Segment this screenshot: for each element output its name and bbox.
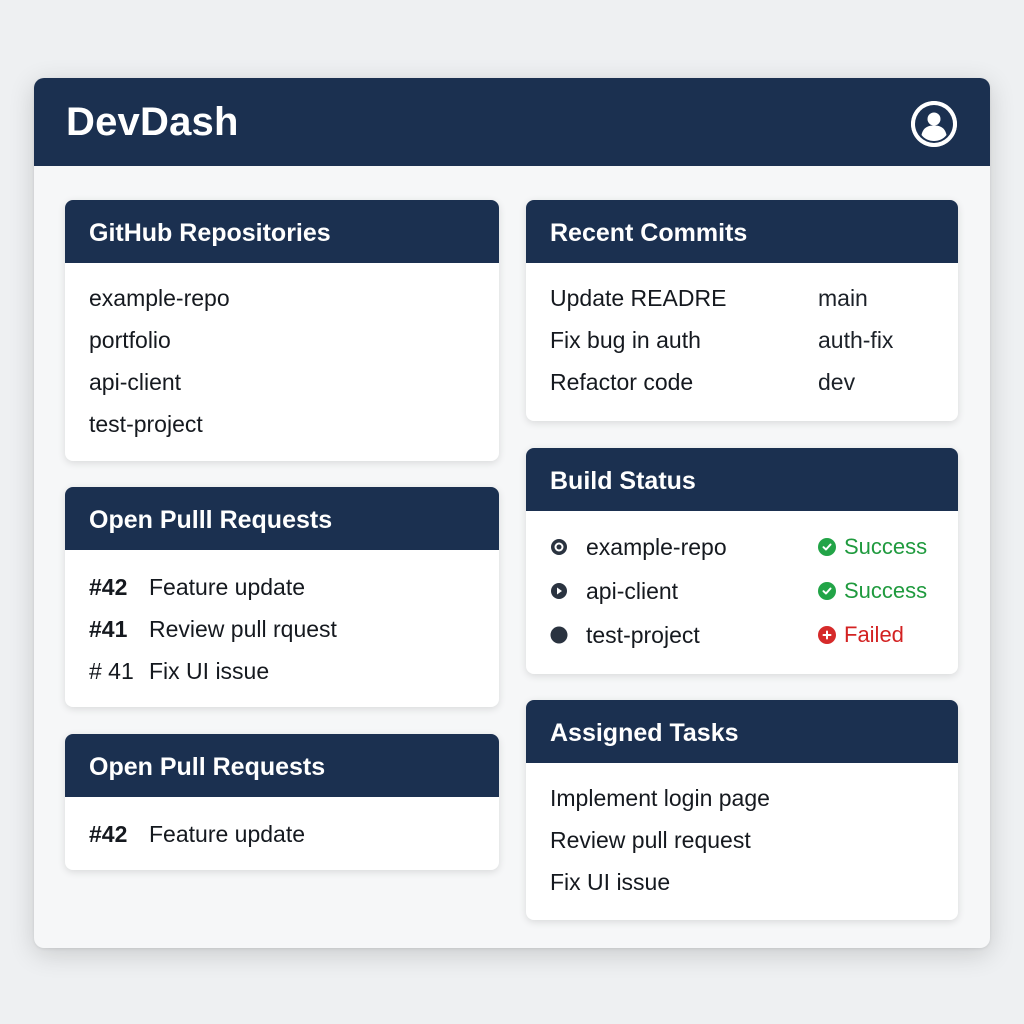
build-repo-name: example-repo xyxy=(586,533,727,560)
check-circle-icon xyxy=(818,538,836,556)
pull-request-item[interactable]: #42 Feature update xyxy=(89,566,475,608)
task-item[interactable]: Implement login page xyxy=(550,777,934,819)
commits-card: Recent Commits Update READRE main Fix bu… xyxy=(526,200,958,421)
app-title: DevDash xyxy=(66,100,239,144)
pull-requests-card-title: Open Pull Requests xyxy=(65,734,499,797)
repositories-card: GitHub Repositories example-repo portfol… xyxy=(65,200,499,461)
build-status-label: Failed xyxy=(844,622,904,647)
pull-requests-card-primary: Open Pulll Requests #42 Feature update #… xyxy=(65,487,499,707)
pull-requests-card-secondary: Open Pull Requests #42 Feature update xyxy=(65,734,499,870)
build-target-icon xyxy=(550,538,568,556)
build-status-label: Success xyxy=(844,534,928,559)
commits-card-title: Recent Commits xyxy=(526,200,958,263)
build-repo-name: test-project xyxy=(586,621,700,648)
commit-message: Fix bug in auth xyxy=(550,326,701,353)
pull-request-title: Review pull rquest xyxy=(149,615,337,642)
repositories-card-title: GitHub Repositories xyxy=(65,200,499,263)
commit-branch: auth-fix xyxy=(818,326,894,353)
pull-requests-card-title: Open Pulll Requests xyxy=(65,487,499,550)
pull-request-title: Feature update xyxy=(149,820,306,847)
build-status-failed: Failed xyxy=(818,622,904,648)
commit-item[interactable]: Fix bug in auth auth-fix xyxy=(550,319,934,361)
user-avatar-icon[interactable] xyxy=(911,101,957,147)
build-repo-name: api-client xyxy=(586,577,679,604)
app-window: DevDash GitHub Repositories example-repo… xyxy=(34,78,990,948)
tasks-card-title: Assigned Tasks xyxy=(526,700,958,763)
repo-item[interactable]: api-client xyxy=(89,361,475,403)
build-dot-icon xyxy=(550,626,568,644)
commit-message: Update READRE xyxy=(550,284,727,311)
pull-request-item[interactable]: #41 Review pull rquest xyxy=(89,608,475,650)
build-status-card: Build Status example-repo Success api-cl… xyxy=(526,448,958,674)
pull-request-title: Fix UI issue xyxy=(149,657,270,684)
pull-request-number: # 41 xyxy=(89,657,134,684)
pull-request-number: #42 xyxy=(89,820,128,847)
commit-item[interactable]: Refactor code dev xyxy=(550,361,934,403)
repo-item[interactable]: example-repo xyxy=(89,277,475,319)
repo-item[interactable]: test-project xyxy=(89,403,475,445)
build-status-success: Success xyxy=(818,578,927,604)
pull-request-title: Feature update xyxy=(149,573,306,600)
build-status-success: Success xyxy=(818,534,927,560)
commit-branch: dev xyxy=(818,368,856,395)
commit-branch: main xyxy=(818,284,868,311)
top-bar: DevDash xyxy=(34,78,990,166)
tasks-card: Assigned Tasks Implement login page Revi… xyxy=(526,700,958,920)
build-item[interactable]: api-client Success xyxy=(550,569,934,613)
task-item[interactable]: Fix UI issue xyxy=(550,861,934,903)
plus-circle-icon xyxy=(818,626,836,644)
check-circle-icon xyxy=(818,582,836,600)
pull-request-item[interactable]: # 41 Fix UI issue xyxy=(89,650,475,692)
pull-request-item[interactable]: #42 Feature update xyxy=(89,813,475,855)
build-play-icon xyxy=(550,582,568,600)
commit-message: Refactor code xyxy=(550,368,694,395)
build-item[interactable]: example-repo Success xyxy=(550,525,934,569)
pull-request-number: #42 xyxy=(89,573,128,600)
build-status-card-title: Build Status xyxy=(526,448,958,511)
pull-request-number: #41 xyxy=(89,615,128,642)
repo-item[interactable]: portfolio xyxy=(89,319,475,361)
task-item[interactable]: Review pull request xyxy=(550,819,934,861)
commit-item[interactable]: Update READRE main xyxy=(550,277,934,319)
build-item[interactable]: test-project Failed xyxy=(550,613,934,657)
build-status-label: Success xyxy=(844,578,928,603)
